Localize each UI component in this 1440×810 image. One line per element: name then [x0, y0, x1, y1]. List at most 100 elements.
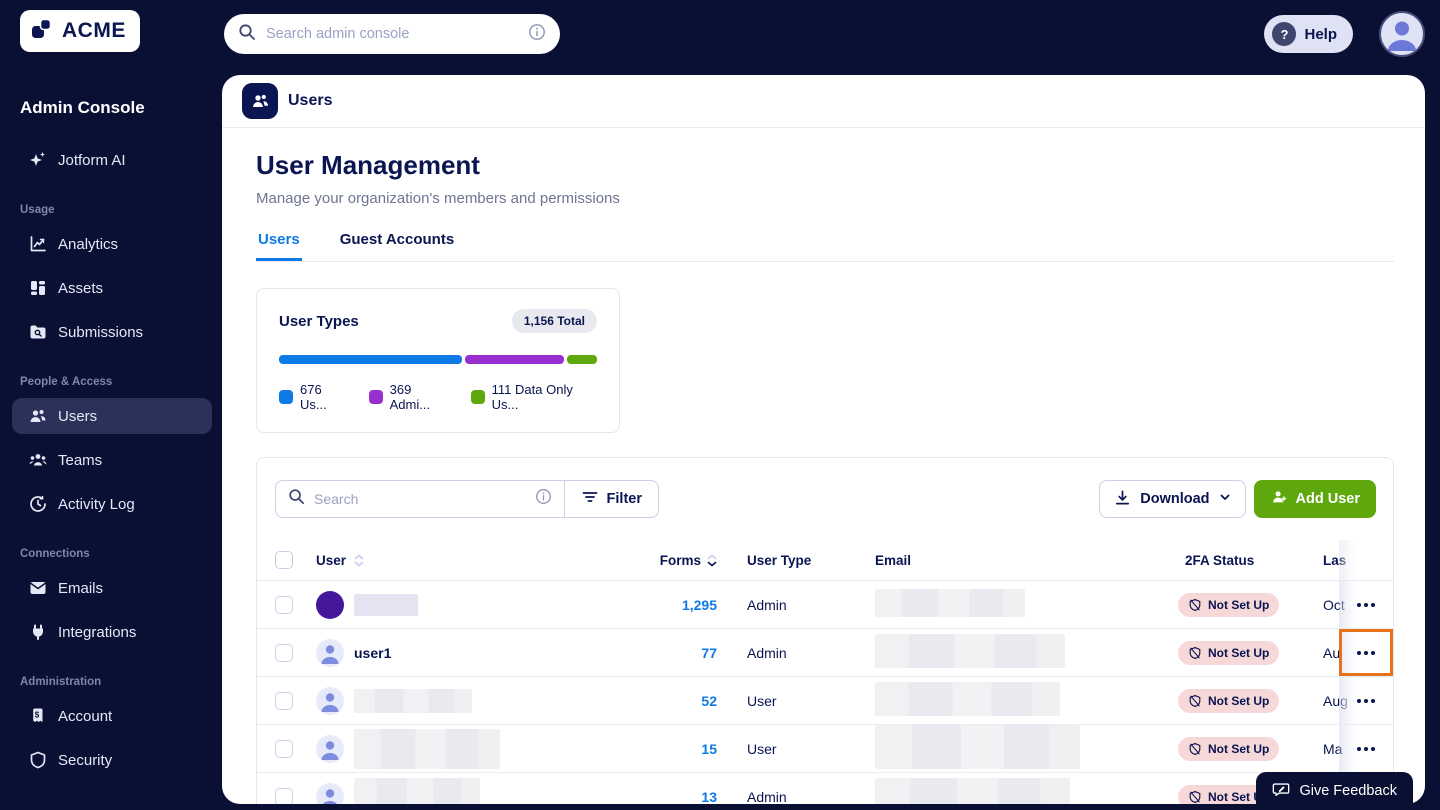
row-checkbox[interactable] [275, 787, 293, 804]
sidebar-item-integrations[interactable]: Integrations [12, 614, 212, 650]
last-login-cell: Ma [1323, 740, 1343, 757]
sidebar-item-analytics[interactable]: Analytics [12, 226, 212, 262]
admin-console-screen: ACME Admin Console Jotform AI Usage Anal… [0, 0, 1440, 810]
bar-segment-admins [464, 355, 565, 364]
sort-icon[interactable] [354, 554, 364, 567]
breadcrumb: Users [288, 92, 333, 109]
table-search-input[interactable] [314, 491, 526, 507]
filter-icon [581, 488, 599, 510]
help-label: Help [1304, 25, 1337, 43]
console-title: Admin Console [20, 98, 145, 117]
forms-count-link[interactable]: 15 [701, 741, 717, 757]
column-header-actions [1339, 540, 1393, 580]
user-type-cell: Admin [747, 644, 787, 661]
acme-logo-text: ACME [62, 19, 126, 42]
legend-swatch-green [470, 390, 485, 404]
account-avatar[interactable] [1379, 11, 1425, 57]
sidebar-item-security[interactable]: Security [12, 742, 212, 778]
legend-item-users: 676 Us... [279, 382, 349, 412]
add-user-button[interactable]: Add User [1253, 480, 1376, 518]
table-row[interactable]: user1 77 Admin Not Set Up Au [257, 628, 1393, 676]
twofa-status-badge: Not Set Up [1178, 592, 1280, 617]
info-icon[interactable] [535, 488, 552, 510]
table-search-box[interactable] [276, 481, 564, 517]
row-checkbox[interactable] [275, 691, 293, 710]
tab-users[interactable]: Users [256, 231, 302, 261]
row-checkbox[interactable] [275, 643, 293, 662]
main-panel: Users User Management Manage your organi… [222, 75, 1425, 804]
redacted-email [875, 778, 1070, 804]
download-button[interactable]: Download [1099, 480, 1246, 518]
sidebar-item-jotform-ai[interactable]: Jotform AI [12, 142, 212, 178]
table-row[interactable]: 15 User Not Set Up Ma [257, 724, 1393, 772]
row-checkbox[interactable] [275, 739, 293, 758]
user-types-title: User Types [279, 312, 359, 330]
column-header-last-login[interactable]: Las [1315, 553, 1346, 568]
avatar [316, 638, 344, 667]
redacted-name [354, 728, 500, 769]
sidebar-section-connections: Connections [20, 548, 90, 560]
forms-count-link[interactable]: 1,295 [682, 597, 717, 613]
sidebar-item-account[interactable]: $ Account [12, 698, 212, 734]
users-icon [28, 406, 48, 426]
forms-count-link[interactable]: 52 [701, 693, 717, 709]
filter-button[interactable]: Filter [565, 481, 658, 517]
column-header-user[interactable]: User [316, 553, 346, 568]
sidebar: ACME Admin Console Jotform AI Usage Anal… [0, 0, 222, 810]
sidebar-item-users[interactable]: Users [12, 398, 212, 434]
table-row[interactable]: 13 Admin Not Set Up [257, 772, 1393, 804]
column-header-2fa-status[interactable]: 2FA Status [1175, 553, 1315, 568]
table-row[interactable]: 52 User Not Set Up Aug [257, 676, 1393, 724]
sidebar-section-usage: Usage [20, 204, 55, 216]
row-actions-menu-button[interactable] [1351, 691, 1381, 711]
download-icon [1114, 489, 1131, 510]
select-all-checkbox[interactable] [275, 551, 293, 569]
column-header-forms[interactable]: Forms [660, 553, 701, 568]
billing-doc-icon: $ [28, 706, 48, 726]
sidebar-item-assets[interactable]: Assets [12, 270, 212, 306]
tab-guest-accounts[interactable]: Guest Accounts [338, 231, 456, 261]
sidebar-item-label: Assets [58, 279, 104, 297]
sidebar-item-emails[interactable]: Emails [12, 570, 212, 606]
sidebar-item-submissions[interactable]: Submissions [12, 314, 212, 350]
acme-logo[interactable]: ACME [20, 10, 140, 52]
row-checkbox[interactable] [275, 595, 293, 614]
row-actions-menu-button[interactable] [1351, 739, 1381, 759]
help-button[interactable]: ? Help [1264, 15, 1353, 53]
avatar [316, 734, 344, 763]
redacted-email [875, 725, 1080, 769]
forms-count-link[interactable]: 13 [701, 789, 717, 805]
user-type-cell: Admin [747, 596, 787, 613]
user-types-stacked-bar [279, 355, 597, 364]
sidebar-item-label: Emails [58, 579, 104, 597]
admin-search-input[interactable] [266, 26, 518, 42]
table-row[interactable]: 1,295 Admin Not Set Up Oct [257, 580, 1393, 628]
user-name: user1 [354, 644, 392, 661]
tab-bar: Users Guest Accounts [256, 231, 1394, 262]
highlighted-actions-cell [1339, 629, 1393, 676]
twofa-status-badge: Not Set Up [1178, 736, 1280, 761]
give-feedback-button[interactable]: Give Feedback [1256, 772, 1413, 810]
forms-count-link[interactable]: 77 [701, 645, 717, 661]
info-icon[interactable] [528, 23, 546, 46]
row-actions-menu-button[interactable] [1351, 643, 1381, 663]
sidebar-item-teams[interactable]: Teams [12, 442, 212, 478]
column-header-user-type[interactable]: User Type [725, 553, 853, 568]
row-actions-menu-button[interactable] [1351, 595, 1381, 615]
page-subtitle: Manage your organization's members and p… [256, 190, 620, 207]
sidebar-item-label: Activity Log [58, 495, 135, 513]
envelope-icon [28, 578, 48, 598]
sidebar-section-people-access: People & Access [20, 376, 113, 388]
column-header-email[interactable]: Email [853, 553, 1175, 568]
analytics-icon [28, 234, 48, 254]
sort-icon-active-desc[interactable] [707, 554, 717, 567]
chevron-down-icon [1219, 491, 1231, 507]
table-search-filter-group: Filter [275, 480, 659, 518]
avatar [316, 686, 344, 715]
avatar [316, 782, 344, 804]
sidebar-item-activity-log[interactable]: Activity Log [12, 486, 212, 522]
twofa-status-badge: Not Set Up [1178, 688, 1280, 713]
avatar [316, 590, 344, 619]
filter-label: Filter [606, 491, 642, 507]
admin-search-bar[interactable] [224, 14, 560, 54]
